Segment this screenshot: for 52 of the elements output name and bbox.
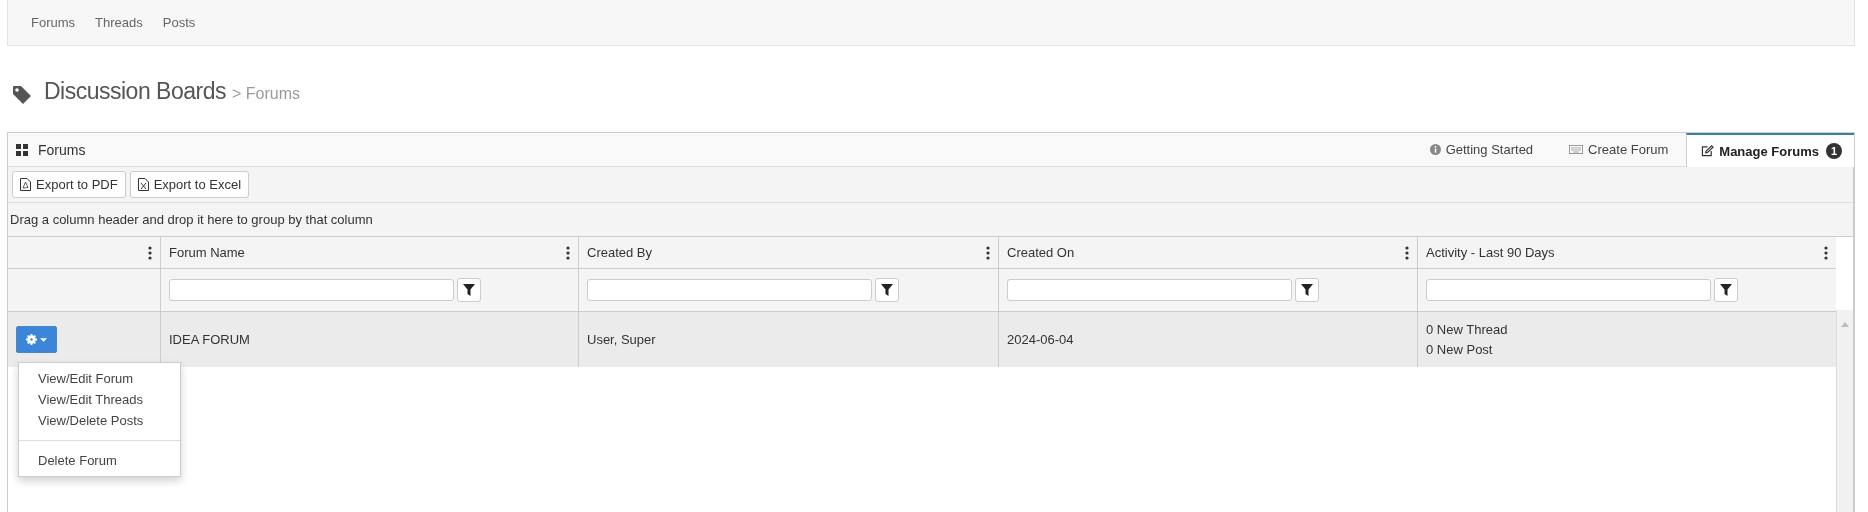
menu-item[interactable]: View/Edit Forum <box>19 368 180 389</box>
export-button[interactable]: Export to PDF <box>12 171 126 198</box>
scrollbar[interactable] <box>1836 310 1853 512</box>
filter-icon <box>463 284 475 296</box>
breadcrumb: > Forums <box>231 85 300 103</box>
edit-icon <box>1701 145 1715 157</box>
filter-button[interactable] <box>1714 278 1738 302</box>
column-menu-icon[interactable] <box>1824 245 1828 260</box>
table-cell: User, Super <box>578 312 998 367</box>
filter-icon <box>1720 284 1732 296</box>
column-header[interactable]: Created On <box>998 237 1417 268</box>
column-header[interactable]: Forum Name <box>160 237 578 268</box>
column-header[interactable]: Activity - Last 90 Days <box>1417 237 1836 268</box>
gear-icon <box>26 334 37 345</box>
actions-button[interactable] <box>16 326 57 353</box>
info-icon <box>1429 144 1441 155</box>
column-menu-icon[interactable] <box>986 245 990 260</box>
column-menu-icon[interactable] <box>1405 245 1409 260</box>
menu-item[interactable]: Delete Forum <box>19 450 180 471</box>
filter-field[interactable] <box>1426 279 1711 301</box>
menu-item[interactable]: View/Delete Posts <box>19 410 180 431</box>
column-menu-icon[interactable] <box>566 245 570 260</box>
count-badge: 1 <box>1826 143 1842 159</box>
table-cell: IDEA FORUM <box>160 312 578 367</box>
panel-title: Forums <box>38 141 86 158</box>
column-header[interactable]: Created By <box>578 237 998 268</box>
keyboard-icon <box>1569 145 1584 154</box>
filter-icon <box>881 284 893 296</box>
excel-file-icon <box>137 178 149 191</box>
caret-icon <box>40 337 47 342</box>
page-title: Discussion Boards <box>44 78 226 105</box>
tab[interactable]: Getting Started <box>1411 133 1552 166</box>
tab[interactable]: Manage Forums 1 <box>1686 133 1854 167</box>
pdf-file-icon <box>20 178 31 191</box>
column-menu-icon[interactable] <box>148 245 152 260</box>
filter-button[interactable] <box>875 278 899 302</box>
filter-field[interactable] <box>587 279 872 301</box>
filter-icon <box>1301 284 1313 296</box>
filter-button[interactable] <box>457 278 481 302</box>
filter-button[interactable] <box>1295 278 1319 302</box>
nav-link[interactable]: Threads <box>95 15 143 30</box>
nav-link[interactable]: Posts <box>162 15 196 30</box>
filter-field[interactable] <box>169 279 454 301</box>
menu-item[interactable]: View/Edit Threads <box>19 389 180 410</box>
tab[interactable]: Create Forum <box>1551 133 1687 166</box>
filter-field[interactable] <box>1007 279 1292 301</box>
group-hint: Drag a column header and drop it here to group by that column <box>10 212 373 227</box>
grid-icon <box>16 143 28 156</box>
tag-icon <box>12 85 32 105</box>
export-button[interactable]: Export to Excel <box>129 171 250 198</box>
table-cell: 2024-06-04 <box>998 312 1417 367</box>
nav-link[interactable]: Forums <box>31 15 76 30</box>
